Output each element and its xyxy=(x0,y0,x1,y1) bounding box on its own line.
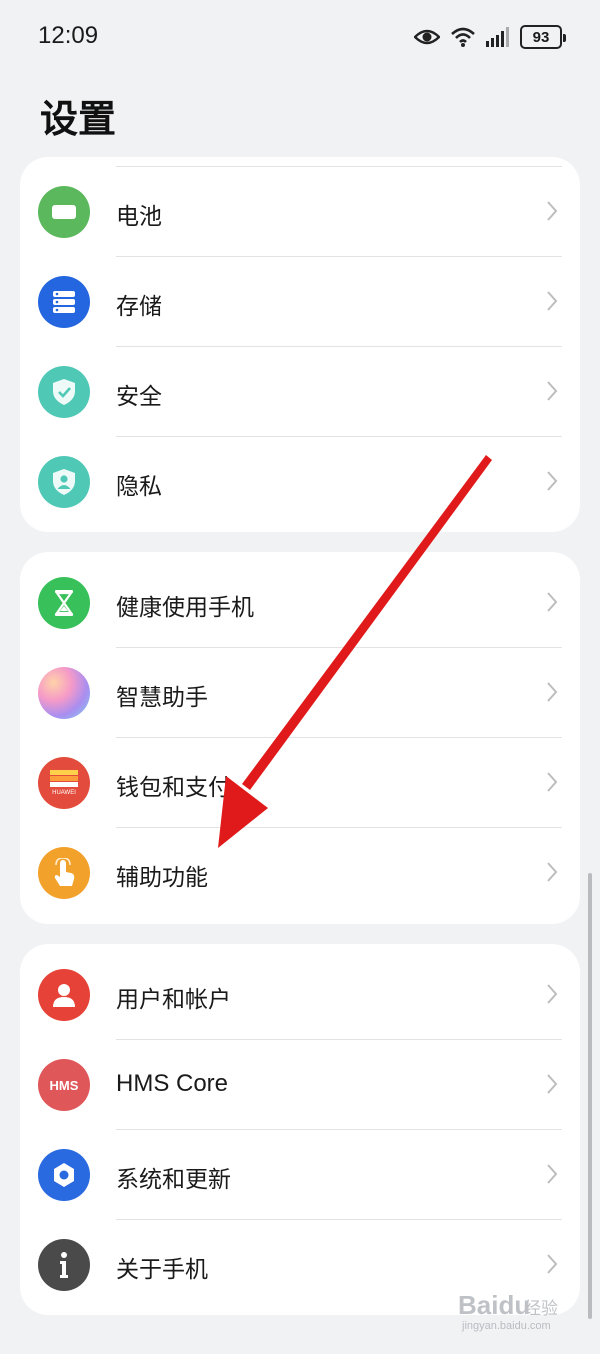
accessibility-hand-icon xyxy=(38,847,90,899)
setting-row-digital-balance[interactable]: 健康使用手机 xyxy=(20,558,580,648)
setting-label: HMS Core xyxy=(116,1070,229,1097)
assistant-orb-icon xyxy=(38,667,90,719)
setting-row-wallet[interactable]: HUAWEI 钱包和支付 xyxy=(20,738,580,828)
setting-label: 存储 xyxy=(116,294,162,320)
watermark-url: jingyan.baidu.com xyxy=(462,1320,551,1332)
setting-row-hms-core[interactable]: HMS HMS Core xyxy=(20,1040,580,1130)
signal-icon xyxy=(486,27,510,47)
status-time: 12:09 xyxy=(38,22,99,49)
setting-label: 系统和更新 xyxy=(116,1167,231,1193)
hms-icon-text: HMS xyxy=(49,1077,79,1093)
setting-row-storage[interactable]: 存储 xyxy=(20,257,580,347)
setting-label: 安全 xyxy=(116,384,162,410)
user-icon xyxy=(38,969,90,1021)
setting-label: 健康使用手机 xyxy=(116,595,254,621)
storage-icon xyxy=(38,276,90,328)
setting-row-security[interactable]: 安全 xyxy=(20,347,580,437)
chevron-right-icon xyxy=(546,200,558,226)
status-bar: 12:09 93 xyxy=(0,0,600,76)
setting-row-smart-assistant[interactable]: 智慧助手 xyxy=(20,648,580,738)
setting-row-battery[interactable]: 电池 xyxy=(20,167,580,257)
page-title: 设置 xyxy=(40,97,117,141)
chevron-right-icon xyxy=(546,290,558,316)
security-shield-icon xyxy=(38,366,90,418)
hms-icon: HMS xyxy=(38,1059,90,1111)
settings-group-3: 用户和帐户 HMS HMS Core 系统和更新 关于手机 xyxy=(20,944,580,1315)
battery-indicator: 93 xyxy=(520,25,566,49)
chevron-right-icon xyxy=(546,591,558,617)
setting-label: 用户和帐户 xyxy=(116,987,231,1013)
chevron-right-icon xyxy=(546,380,558,406)
setting-row-accessibility[interactable]: 辅助功能 xyxy=(20,828,580,918)
setting-row-users-accounts[interactable]: 用户和帐户 xyxy=(20,950,580,1040)
info-icon xyxy=(38,1239,90,1291)
chevron-right-icon xyxy=(546,983,558,1009)
setting-label: 辅助功能 xyxy=(116,865,208,891)
wallet-icon-text: HUAWEI xyxy=(52,790,76,796)
setting-label: 隐私 xyxy=(116,474,162,500)
watermark-text: 经验 xyxy=(524,1299,558,1319)
setting-row-privacy[interactable]: 隐私 xyxy=(20,437,580,527)
setting-label: 钱包和支付 xyxy=(116,775,231,801)
chevron-right-icon xyxy=(546,1073,558,1099)
setting-label: 电池 xyxy=(116,204,162,230)
huawei-wallet-icon: HUAWEI xyxy=(38,757,90,809)
setting-label: 智慧助手 xyxy=(116,685,208,711)
battery-icon xyxy=(38,186,90,238)
setting-row-system-update[interactable]: 系统和更新 xyxy=(20,1130,580,1220)
chevron-right-icon xyxy=(546,1163,558,1189)
chevron-right-icon xyxy=(546,1253,558,1279)
chevron-right-icon xyxy=(546,861,558,887)
status-icons: 93 xyxy=(414,22,566,52)
scrollbar[interactable] xyxy=(588,873,592,1319)
settings-group-1: 电池 存储 安全 隐私 xyxy=(20,157,580,532)
setting-label: 关于手机 xyxy=(116,1257,208,1283)
baidu-watermark: Baidu 经验 jingyan.baidu.com xyxy=(458,1290,588,1338)
settings-group-2: 健康使用手机 智慧助手 HUAWEI 钱包和支付 辅助功能 xyxy=(20,552,580,924)
chevron-right-icon xyxy=(546,681,558,707)
hourglass-icon xyxy=(38,577,90,629)
privacy-shield-icon xyxy=(38,456,90,508)
chevron-right-icon xyxy=(546,470,558,496)
eye-comfort-icon xyxy=(414,28,440,46)
system-gear-icon xyxy=(38,1149,90,1201)
wifi-icon xyxy=(450,26,476,48)
chevron-right-icon xyxy=(546,771,558,797)
watermark-logo: Baidu xyxy=(458,1290,531,1320)
